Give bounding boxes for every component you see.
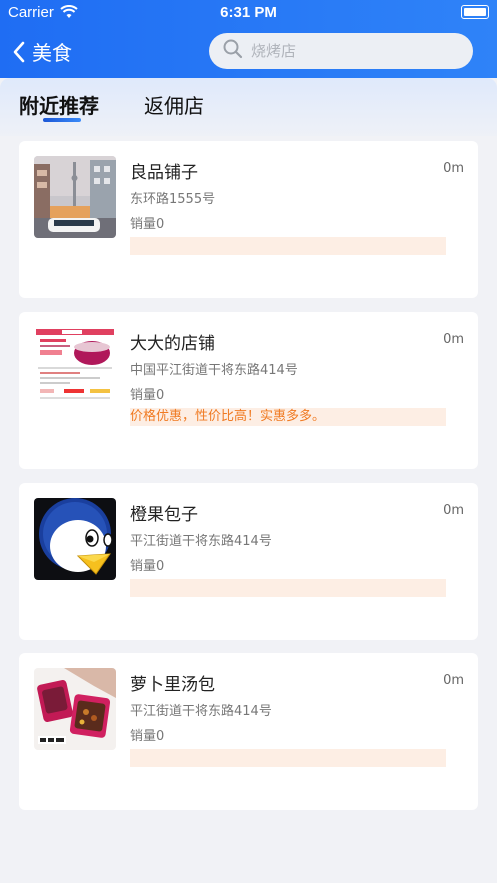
shop-address: 东环路1555号 bbox=[130, 192, 216, 207]
shop-sales: 销量0 bbox=[130, 729, 165, 744]
shop-address: 平江街道干将东路414号 bbox=[130, 704, 272, 719]
clock: 6:31 PM bbox=[220, 4, 277, 21]
shop-sales: 销量0 bbox=[130, 559, 165, 574]
shop-promo bbox=[130, 237, 446, 255]
shop-card[interactable]: 大大的店铺 0m 中国平江街道干将东路414号 销量0 价格优惠，性价比高！实惠… bbox=[19, 312, 478, 469]
chevron-left-icon bbox=[12, 41, 26, 63]
shop-card[interactable]: 橙果包子 0m 平江街道干将东路414号 销量0 bbox=[19, 483, 478, 640]
shop-promo bbox=[130, 579, 446, 597]
page-title: 美食 bbox=[32, 41, 72, 65]
shop-card[interactable]: 良品铺子 0m 东环路1555号 销量0 bbox=[19, 141, 478, 298]
shop-name: 萝卜里汤包 bbox=[130, 675, 215, 695]
shop-thumbnail bbox=[34, 668, 116, 750]
tab-rebate-shops[interactable]: 返佣店 bbox=[144, 90, 204, 119]
shop-address: 中国平江街道干将东路414号 bbox=[130, 363, 298, 378]
shop-promo: 价格优惠，性价比高！实惠多多。 bbox=[130, 408, 446, 426]
shop-card[interactable]: 萝卜里汤包 0m 平江街道干将东路414号 销量0 bbox=[19, 653, 478, 810]
shop-sales: 销量0 bbox=[130, 217, 165, 232]
shop-thumbnail bbox=[34, 156, 116, 238]
tab-nearby[interactable]: 附近推荐 bbox=[19, 90, 99, 119]
shop-thumbnail bbox=[34, 327, 116, 409]
shop-distance: 0m bbox=[443, 161, 464, 176]
shop-address: 平江街道干将东路414号 bbox=[130, 534, 272, 549]
active-tab-indicator bbox=[43, 118, 81, 122]
tab-bar: 附近推荐 返佣店 bbox=[0, 78, 497, 136]
shop-distance: 0m bbox=[443, 673, 464, 688]
shop-distance: 0m bbox=[443, 332, 464, 347]
shop-name: 橙果包子 bbox=[130, 505, 198, 525]
search-input[interactable] bbox=[249, 41, 453, 61]
search-bar[interactable] bbox=[209, 33, 473, 69]
search-icon bbox=[209, 39, 243, 63]
status-bar: Carrier 6:31 PM bbox=[0, 4, 497, 22]
shop-sales: 销量0 bbox=[130, 388, 165, 403]
shop-promo bbox=[130, 749, 446, 767]
shop-thumbnail bbox=[34, 498, 116, 580]
shop-name: 良品铺子 bbox=[130, 163, 198, 183]
back-button[interactable]: 美食 bbox=[12, 37, 72, 66]
shop-name: 大大的店铺 bbox=[130, 334, 215, 354]
top-bar: Carrier 6:31 PM 美食 bbox=[0, 0, 497, 78]
battery-icon bbox=[461, 5, 489, 19]
shop-distance: 0m bbox=[443, 503, 464, 518]
